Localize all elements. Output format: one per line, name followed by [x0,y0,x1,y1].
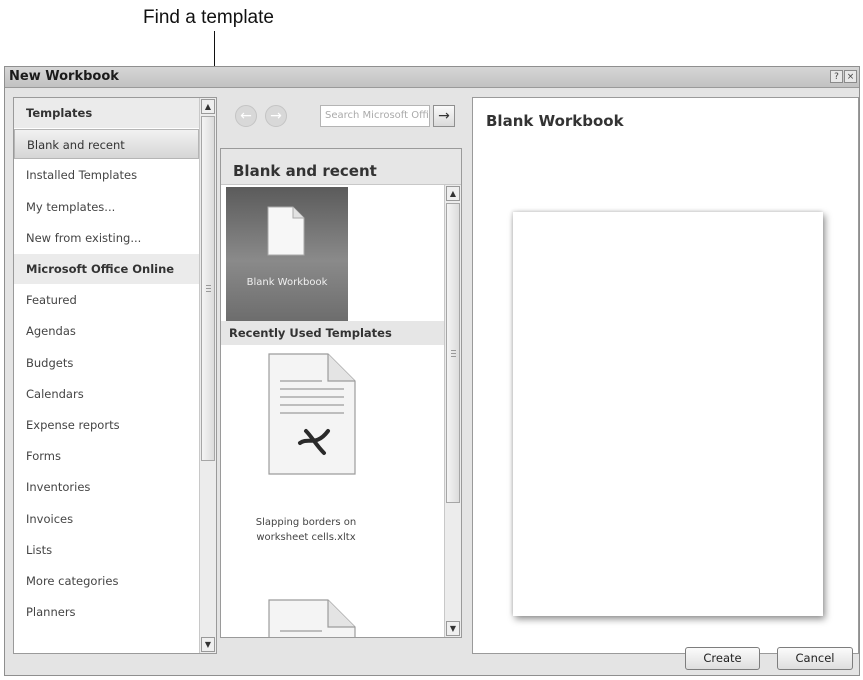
callout-find-template: Find a template [143,7,274,28]
section-header-templates: Templates [14,98,199,128]
template-categories-panel: Templates Blank and recent Installed Templ… [13,97,217,654]
preview-panel: Blank Workbook [472,97,859,654]
recent-templates-header: Recently Used Templates [221,321,445,345]
sidebar-item-planners[interactable]: Planners [14,597,199,627]
search-bar: ← → Search Microsoft Office Online → [225,97,465,129]
sidebar-item-calendars[interactable]: Calendars [14,379,199,409]
left-scroll-thumb[interactable] [201,116,215,461]
sidebar-item-expense-reports[interactable]: Expense reports [14,410,199,440]
blank-document-icon [267,206,305,256]
recent-template-caption: Slapping borders on worksheet cells.xltx [255,517,357,543]
cancel-button[interactable]: Cancel [777,647,853,670]
new-workbook-dialog: New Workbook ? × Templates Blank and rece… [4,66,860,676]
sidebar-item-invoices[interactable]: Invoices [14,504,199,534]
sidebar-item-more-categories[interactable]: More categories [14,566,199,596]
document-icon [268,599,356,637]
gallery-header: Blank and recent [221,149,461,185]
sidebar-item-blank-and-recent[interactable]: Blank and recent [14,129,199,159]
gallery-scroll-down-button[interactable]: ▼ [446,621,460,636]
section-header-microsoft-office-online: Microsoft Office Online [14,254,199,284]
scroll-up-button[interactable]: ▲ [201,99,215,114]
sidebar-item-installed-templates[interactable]: Installed Templates [14,160,199,190]
search-input[interactable]: Search Microsoft Office Online [320,105,430,127]
sidebar-item-new-from-existing[interactable]: New from existing... [14,223,199,253]
workbook-preview [513,212,823,616]
forward-arrow-icon[interactable]: → [265,105,287,127]
templates-gallery: Blank and recent Blank Workbook Recently… [220,148,462,638]
window-title: New Workbook [9,69,119,84]
scroll-down-button[interactable]: ▼ [201,637,215,652]
close-icon[interactable]: × [844,70,857,83]
title-bar: New Workbook ? × [5,67,859,88]
gallery-scroll-thumb[interactable] [446,203,460,503]
excel-template-icon [268,353,356,475]
left-scrollbar[interactable]: ▲ ▼ [199,98,216,653]
sidebar-item-forms[interactable]: Forms [14,441,199,471]
preview-title: Blank Workbook [486,112,624,130]
gallery-scrollbar[interactable]: ▲ ▼ [444,185,461,637]
sidebar-item-featured[interactable]: Featured [14,285,199,315]
blank-workbook-label: Blank Workbook [246,277,328,288]
gallery-scroll-up-button[interactable]: ▲ [446,186,460,201]
back-arrow-icon[interactable]: ← [235,105,257,127]
sidebar-item-inventories[interactable]: Inventories [14,472,199,502]
help-icon[interactable]: ? [830,70,843,83]
sidebar-item-lists[interactable]: Lists [14,535,199,565]
sidebar-item-my-templates[interactable]: My templates... [14,192,199,222]
blank-workbook-tile[interactable]: Blank Workbook [226,187,348,321]
search-go-arrow-icon[interactable]: → [433,105,455,127]
create-button[interactable]: Create [685,647,760,670]
sidebar-item-budgets[interactable]: Budgets [14,348,199,378]
sidebar-item-agendas[interactable]: Agendas [14,316,199,346]
